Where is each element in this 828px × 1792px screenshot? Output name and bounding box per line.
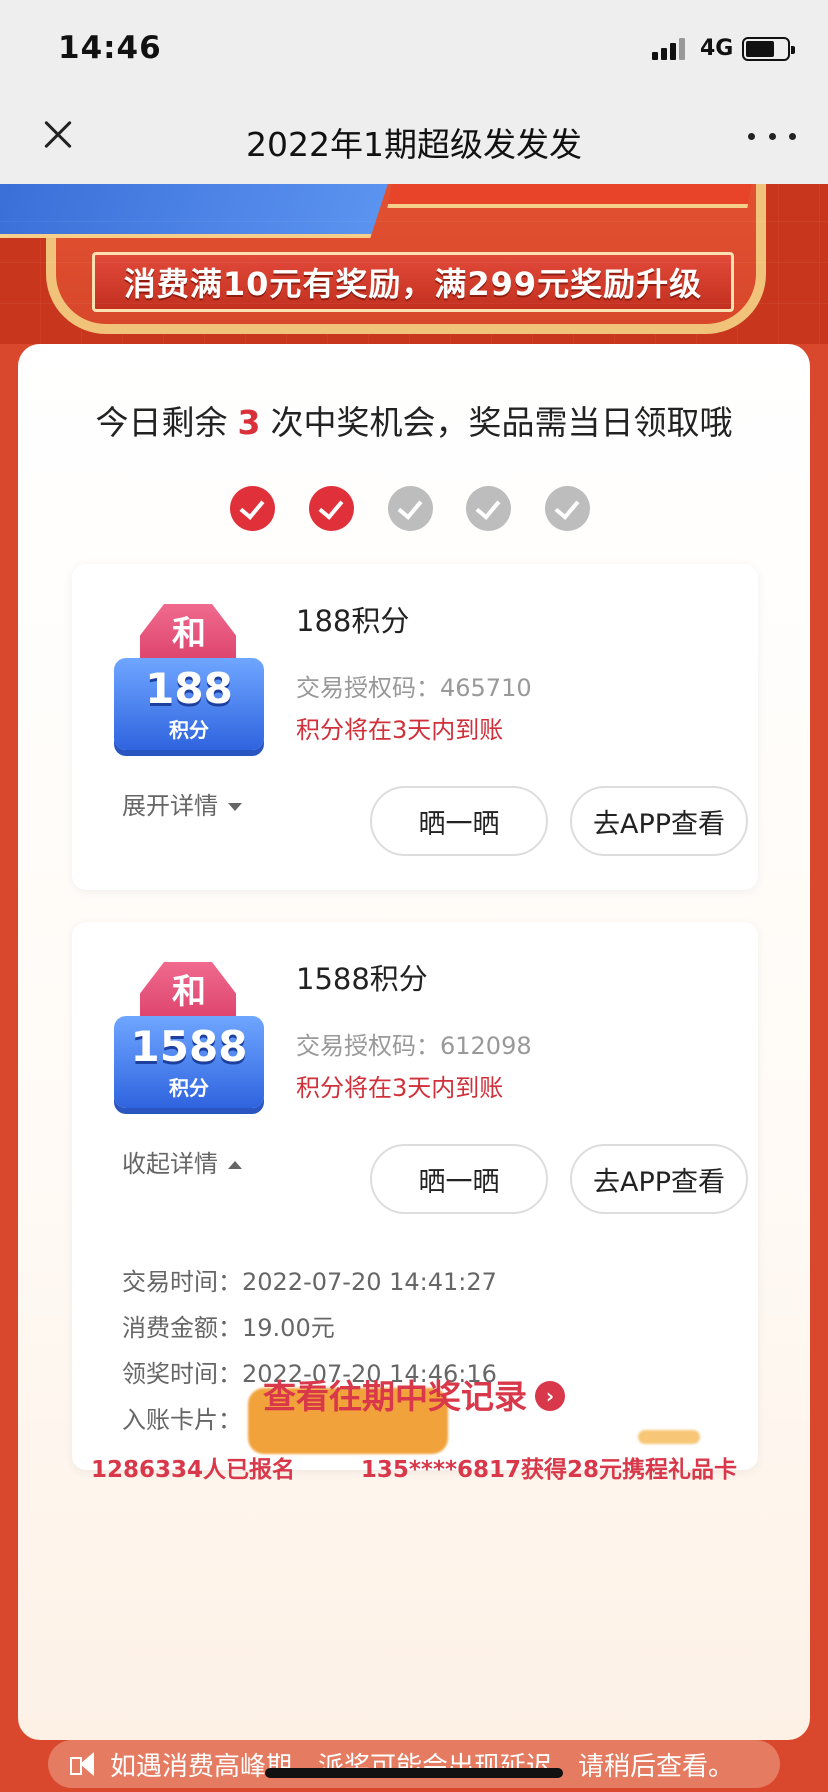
badge-number: 188 xyxy=(145,664,233,713)
remaining-suffix: 次中奖机会，奖品需当日领取哦 xyxy=(270,403,733,442)
campaign-stats: 1286334人已报名 135****6817获得28元携程礼品卡 xyxy=(18,1450,810,1484)
share-button[interactable]: 晒一晒 xyxy=(370,1144,548,1214)
badge-number: 1588 xyxy=(130,1022,248,1071)
nav-bar: 2022年1期超级发发发 xyxy=(0,96,828,184)
detail-row: 消费金额：19.00元 xyxy=(122,1308,682,1354)
prize-note: 积分将在3天内到账 xyxy=(296,716,504,744)
share-button[interactable]: 晒一晒 xyxy=(370,786,548,856)
badge-unit: 积分 xyxy=(169,1076,209,1100)
banner-text: 消费满10元有奖励，满299元奖励升级 xyxy=(123,265,703,303)
banner-ribbon-blue xyxy=(0,184,390,238)
status-bar: 14:46 4G xyxy=(0,0,828,96)
promo-banner: 消费满10元有奖励，满299元奖励升级 xyxy=(0,184,828,344)
remaining-chances: 今日剩余 3 次中奖机会，奖品需当日领取哦 xyxy=(18,396,810,444)
toggle-label: 展开详情 xyxy=(122,792,218,820)
chevron-right-icon: › xyxy=(535,1380,565,1411)
prize-title: 188积分 xyxy=(296,604,410,638)
signal-icon xyxy=(652,38,690,60)
banner-ribbon-red xyxy=(387,184,753,208)
check-icon xyxy=(230,486,275,531)
view-in-app-button[interactable]: 去APP查看 xyxy=(570,1144,748,1214)
detail-label: 交易时间： xyxy=(122,1268,242,1296)
speaker-icon xyxy=(66,1749,102,1779)
notice-bar: 如遇消费高峰期，派奖可能会出现延迟，请稍后查看。 xyxy=(48,1740,780,1788)
collapse-details-toggle[interactable]: 收起详情 xyxy=(122,1144,242,1179)
history-link[interactable]: 查看往期中奖记录 › xyxy=(18,1370,810,1418)
badge-top-text: 和 xyxy=(172,614,206,654)
prize-card: 和 188 积分 188积分 交易授权码：465710 积分将在3天内到账 展开… xyxy=(72,564,758,890)
check-icon xyxy=(387,486,433,531)
detail-value: 2022-07-20 14:41:27 xyxy=(242,1268,497,1296)
more-icon[interactable] xyxy=(748,124,796,148)
detail-label: 消费金额： xyxy=(122,1314,242,1342)
check-icon xyxy=(308,486,354,531)
code-value: 465710 xyxy=(440,674,532,702)
prize-note: 积分将在3天内到账 xyxy=(296,1074,504,1102)
remaining-prefix: 今日剩余 xyxy=(95,403,228,442)
detail-row: 交易时间：2022-07-20 14:41:27 xyxy=(122,1262,682,1308)
code-value: 612098 xyxy=(440,1032,532,1060)
view-in-app-button[interactable]: 去APP查看 xyxy=(570,786,748,856)
remaining-count: 3 xyxy=(237,403,261,442)
points-badge: 和 1588 积分 xyxy=(114,962,264,1108)
history-link-label: 查看往期中奖记录 xyxy=(263,1377,527,1416)
prize-code: 交易授权码：465710 xyxy=(296,668,532,703)
check-icon xyxy=(466,486,512,531)
winner-ticker: 135****6817获得28元携程礼品卡 xyxy=(360,1457,738,1483)
signup-count: 1286334人已报名 xyxy=(90,1457,295,1483)
caret-down-icon xyxy=(228,803,242,811)
expand-details-toggle[interactable]: 展开详情 xyxy=(122,786,242,821)
detail-value: 19.00元 xyxy=(242,1314,335,1342)
caret-up-icon xyxy=(228,1161,242,1169)
chance-indicators xyxy=(230,486,590,532)
page-title: 2022年1期超级发发发 xyxy=(246,125,582,164)
status-time: 14:46 xyxy=(58,30,162,66)
badge-top-text: 和 xyxy=(172,972,206,1012)
prize-title: 1588积分 xyxy=(296,962,428,996)
banner-strip: 消费满10元有奖励，满299元奖励升级 xyxy=(92,252,734,312)
code-label: 交易授权码： xyxy=(296,674,440,702)
banner-arch xyxy=(46,184,766,334)
check-icon xyxy=(545,486,590,531)
toggle-label: 收起详情 xyxy=(122,1150,218,1178)
network-type: 4G xyxy=(700,36,734,61)
redaction-mark xyxy=(638,1430,700,1444)
home-indicator[interactable] xyxy=(265,1768,563,1778)
battery-icon xyxy=(742,37,795,61)
code-label: 交易授权码： xyxy=(296,1032,440,1060)
prize-code: 交易授权码：612098 xyxy=(296,1026,532,1061)
main-card: 今日剩余 3 次中奖机会，奖品需当日领取哦 和 188 积分 188积分 交易授权码… xyxy=(18,344,810,1740)
badge-unit: 积分 xyxy=(169,718,209,742)
points-badge: 和 188 积分 xyxy=(114,604,264,750)
